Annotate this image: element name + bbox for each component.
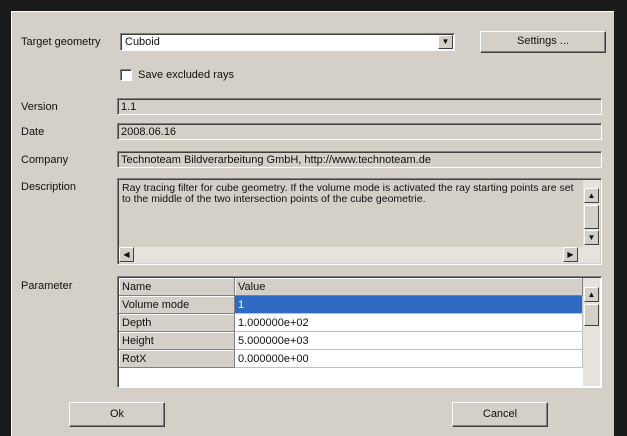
table-row-value[interactable]: 5.000000e+03 bbox=[235, 332, 583, 350]
version-field: 1.1 bbox=[117, 98, 602, 115]
parameter-vertical-scrollbar[interactable]: ▲ bbox=[583, 278, 600, 386]
scroll-left-icon[interactable]: ◀ bbox=[119, 247, 134, 262]
description-text: Ray tracing filter for cube geometry. If… bbox=[122, 182, 574, 205]
scroll-up-icon[interactable]: ▲ bbox=[584, 188, 599, 203]
date-label: Date bbox=[21, 126, 45, 138]
settings-button[interactable]: Settings ... bbox=[480, 31, 606, 53]
description-memo[interactable]: Ray tracing filter for cube geometry. If… bbox=[117, 178, 602, 265]
description-horizontal-scrollbar[interactable]: ◀ ▶ bbox=[119, 247, 600, 263]
ok-button[interactable]: Ok bbox=[69, 402, 165, 427]
company-label: Company bbox=[21, 154, 69, 166]
table-row-name[interactable]: Depth bbox=[119, 314, 235, 332]
parameter-label: Parameter bbox=[21, 280, 73, 292]
save-excluded-rays-label: Save excluded rays bbox=[138, 69, 234, 81]
scroll-right-icon[interactable]: ▶ bbox=[563, 247, 578, 262]
column-header-value[interactable]: Value bbox=[235, 278, 583, 296]
save-excluded-rays-checkbox[interactable] bbox=[120, 69, 132, 81]
table-row-name[interactable]: RotX bbox=[119, 350, 235, 368]
table-row-value[interactable]: 1.000000e+02 bbox=[235, 314, 583, 332]
company-field: Technoteam Bildverarbeitung GmbH, http:/… bbox=[117, 151, 602, 168]
column-header-name[interactable]: Name bbox=[119, 278, 235, 296]
parameter-table[interactable]: Name Value Volume mode 1 Depth 1.000000e… bbox=[117, 276, 602, 388]
scroll-up-icon[interactable]: ▲ bbox=[584, 287, 599, 302]
target-geometry-select[interactable]: Cuboid ▼ bbox=[120, 33, 455, 51]
scroll-thumb[interactable] bbox=[584, 304, 599, 326]
filter-settings-dialog: Target geometry Cuboid ▼ Settings ... Sa… bbox=[11, 11, 614, 436]
scroll-thumb[interactable] bbox=[584, 205, 599, 229]
chevron-down-icon[interactable]: ▼ bbox=[438, 35, 453, 49]
table-row-value[interactable]: 0.000000e+00 bbox=[235, 350, 583, 368]
version-label: Version bbox=[21, 101, 58, 113]
scroll-down-icon[interactable]: ▼ bbox=[584, 230, 599, 245]
table-row-name[interactable]: Height bbox=[119, 332, 235, 350]
date-field: 2008.06.16 bbox=[117, 123, 602, 140]
target-geometry-value: Cuboid bbox=[125, 36, 160, 48]
cancel-button[interactable]: Cancel bbox=[452, 402, 548, 427]
description-label: Description bbox=[21, 181, 77, 193]
target-geometry-label: Target geometry bbox=[21, 36, 101, 48]
description-vertical-scrollbar[interactable]: ▲ ▼ bbox=[583, 180, 600, 247]
table-row-value-selected[interactable]: 1 bbox=[235, 296, 583, 314]
table-row-name[interactable]: Volume mode bbox=[119, 296, 235, 314]
